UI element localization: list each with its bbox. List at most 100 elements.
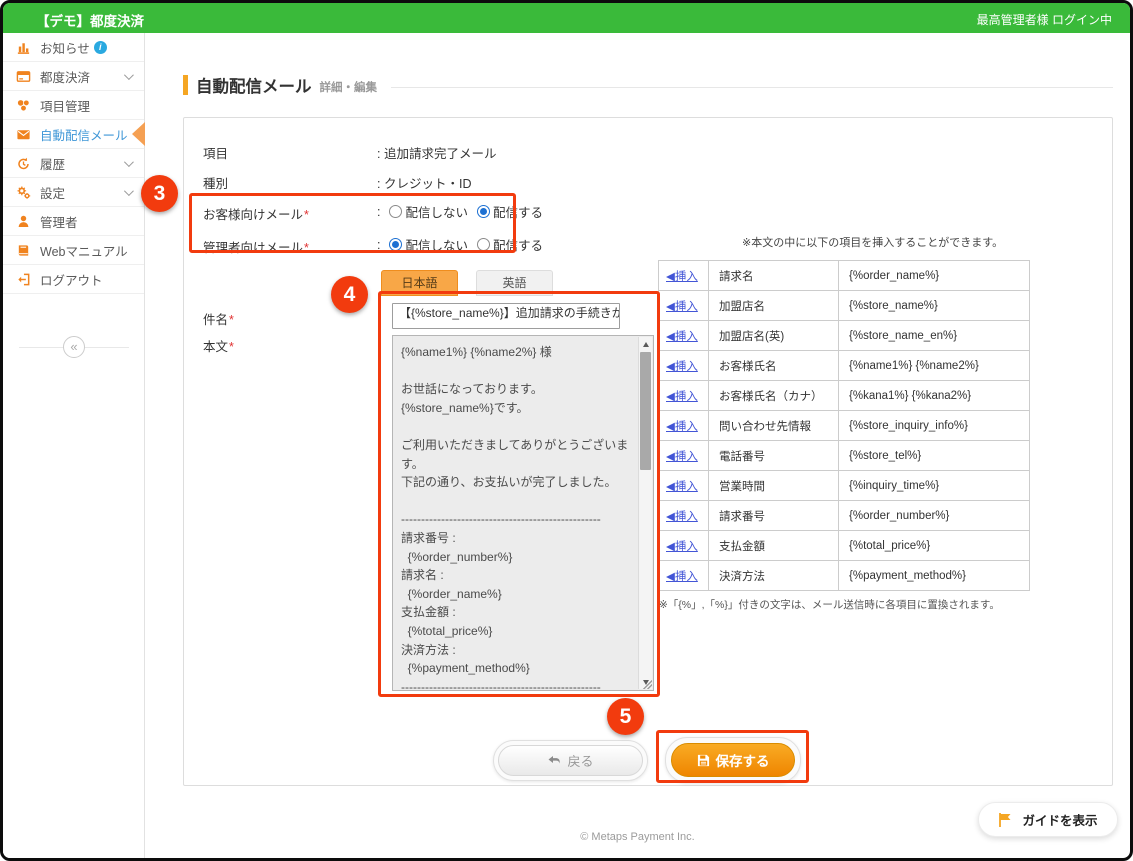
title-accent-bar bbox=[183, 75, 188, 95]
field-label-customer-mail: お客様向けメール* bbox=[203, 204, 309, 223]
sidebar-item-label: ログアウト bbox=[40, 270, 103, 289]
info-badge: i bbox=[94, 41, 107, 54]
insert-field-name: 支払金額 bbox=[709, 531, 839, 560]
customer-mail-radio-group: : 配信しない 配信する bbox=[377, 202, 543, 221]
insert-link[interactable]: ◀挿入 bbox=[666, 388, 698, 404]
sidebar-item-payments[interactable]: 都度決済 bbox=[3, 62, 144, 91]
scroll-up-icon[interactable] bbox=[639, 337, 652, 351]
sidebar-item-web-manual[interactable]: Webマニュアル bbox=[3, 236, 144, 265]
card-icon bbox=[15, 68, 31, 84]
insert-placeholder: {%inquiry_time%} bbox=[839, 480, 1029, 492]
tab-japanese[interactable]: 日本語 bbox=[381, 270, 458, 296]
insert-placeholder: {%kana1%} {%kana2%} bbox=[839, 390, 1029, 402]
insert-placeholder: {%store_inquiry_info%} bbox=[839, 420, 1029, 432]
insert-table-row: ◀挿入 加盟店名 {%store_name%} bbox=[659, 291, 1029, 321]
insert-field-name: 問い合わせ先情報 bbox=[709, 411, 839, 440]
insert-link[interactable]: ◀挿入 bbox=[666, 478, 698, 494]
sidebar-item-settings[interactable]: 設定 bbox=[3, 178, 144, 207]
insert-table-row: ◀挿入 支払金額 {%total_price%} bbox=[659, 531, 1029, 561]
radio-icon bbox=[389, 205, 402, 218]
back-arrow-icon bbox=[547, 755, 561, 767]
insert-link[interactable]: ◀挿入 bbox=[666, 538, 698, 554]
customer-mail-radio-yes[interactable]: 配信する bbox=[477, 202, 543, 221]
insert-link[interactable]: ◀挿入 bbox=[666, 448, 698, 464]
insert-link[interactable]: ◀挿入 bbox=[666, 568, 698, 584]
insert-note-bottom: ※「{%」,「%}」付きの文字は、メール送信時に各項目に置換されます。 bbox=[659, 597, 1000, 612]
chevron-down-icon bbox=[124, 186, 134, 196]
mail-body-textarea[interactable]: {%name1%} {%name2%} 様 お世話になっております。 {%sto… bbox=[393, 336, 653, 690]
insert-link[interactable]: ◀挿入 bbox=[666, 268, 698, 284]
sidebar-item-admin[interactable]: 管理者 bbox=[3, 207, 144, 236]
insert-field-name: 決済方法 bbox=[709, 561, 839, 590]
sidebar-collapse-button[interactable]: « bbox=[63, 336, 85, 358]
insert-field-name: 営業時間 bbox=[709, 471, 839, 500]
tab-english[interactable]: 英語 bbox=[476, 270, 553, 296]
field-label-admin-mail: 管理者向けメール* bbox=[203, 237, 309, 256]
field-value-item: : 追加請求完了メール bbox=[377, 143, 496, 162]
sidebar-item-label: 設定 bbox=[40, 183, 65, 202]
app-title: 【デモ】都度決済 bbox=[36, 10, 144, 30]
required-mark: * bbox=[304, 208, 309, 222]
sidebar-item-logout[interactable]: ログアウト bbox=[3, 265, 144, 294]
admin-mail-radio-yes[interactable]: 配信する bbox=[477, 235, 543, 254]
sidebar-item-label: 項目管理 bbox=[40, 96, 90, 115]
copyright: © Metaps Payment Inc. bbox=[145, 831, 1130, 843]
field-value-type: : クレジット・ID bbox=[377, 173, 471, 192]
book-icon bbox=[15, 242, 31, 258]
insert-field-name: お客様氏名（カナ） bbox=[709, 381, 839, 410]
sidebar-item-label: 履歴 bbox=[40, 154, 65, 173]
required-mark: * bbox=[229, 313, 234, 327]
bar-chart-icon bbox=[15, 39, 31, 55]
admin-mail-radio-group: : 配信しない 配信する bbox=[377, 235, 543, 254]
insert-link[interactable]: ◀挿入 bbox=[666, 418, 698, 434]
insert-link[interactable]: ◀挿入 bbox=[666, 358, 698, 374]
customer-mail-radio-no[interactable]: 配信しない bbox=[389, 202, 468, 221]
insert-field-name: 加盟店名 bbox=[709, 291, 839, 320]
field-label-body: 本文* bbox=[203, 336, 234, 355]
insert-table-row: ◀挿入 決済方法 {%payment_method%} bbox=[659, 561, 1029, 591]
sidebar: お知らせ i 都度決済 項目管理 自動配信メール 履歴 設定 bbox=[3, 33, 145, 858]
language-tabs: 日本語 英語 bbox=[381, 270, 553, 296]
insert-table: ◀挿入 請求名 {%order_name%} ◀挿入 加盟店名 {%store_… bbox=[658, 260, 1030, 591]
save-button[interactable]: 保存する bbox=[665, 737, 801, 783]
field-label-item: 項目 bbox=[203, 143, 228, 162]
insert-placeholder: {%store_name_en%} bbox=[839, 330, 1029, 342]
mail-subject-input[interactable]: 【{%store_name%}】追加請求の手続きが完了しま bbox=[392, 303, 620, 329]
insert-field-name: 請求番号 bbox=[709, 501, 839, 530]
save-icon bbox=[697, 754, 710, 767]
sidebar-item-item-management[interactable]: 項目管理 bbox=[3, 91, 144, 120]
sidebar-item-label: お知らせ bbox=[40, 38, 90, 57]
insert-placeholder: {%store_name%} bbox=[839, 300, 1029, 312]
sidebar-item-label: 都度決済 bbox=[40, 67, 90, 86]
scrollbar[interactable] bbox=[638, 337, 652, 689]
insert-field-name: 電話番号 bbox=[709, 441, 839, 470]
field-label-subject: 件名* bbox=[203, 309, 234, 328]
login-status: 最高管理者様 ログイン中 bbox=[977, 11, 1112, 28]
scrollbar-thumb[interactable] bbox=[640, 352, 651, 470]
back-button[interactable]: 戻る bbox=[493, 740, 648, 781]
user-icon bbox=[15, 213, 31, 229]
insert-table-row: ◀挿入 問い合わせ先情報 {%store_inquiry_info%} bbox=[659, 411, 1029, 441]
divider bbox=[391, 87, 1113, 88]
history-icon bbox=[15, 155, 31, 171]
insert-link[interactable]: ◀挿入 bbox=[666, 298, 698, 314]
sidebar-item-auto-mail[interactable]: 自動配信メール bbox=[3, 120, 144, 149]
annotation-step-3: 3 bbox=[141, 175, 178, 212]
insert-placeholder: {%payment_method%} bbox=[839, 570, 1029, 582]
field-label-type: 種別 bbox=[203, 173, 228, 192]
insert-link[interactable]: ◀挿入 bbox=[666, 508, 698, 524]
show-guide-button[interactable]: ガイドを表示 bbox=[978, 802, 1118, 837]
insert-field-name: 請求名 bbox=[709, 261, 839, 290]
gears-icon bbox=[15, 184, 31, 200]
items-icon bbox=[15, 97, 31, 113]
resize-grip[interactable] bbox=[642, 679, 652, 689]
radio-icon bbox=[389, 238, 402, 251]
insert-note-top: ※本文の中に以下の項目を挿入することができます。 bbox=[742, 234, 1003, 250]
insert-link[interactable]: ◀挿入 bbox=[666, 328, 698, 344]
sidebar-item-history[interactable]: 履歴 bbox=[3, 149, 144, 178]
insert-field-name: お客様氏名 bbox=[709, 351, 839, 380]
page-subtitle: 詳細・編集 bbox=[320, 79, 378, 95]
admin-mail-radio-no[interactable]: 配信しない bbox=[389, 235, 468, 254]
insert-placeholder: {%name1%} {%name2%} bbox=[839, 360, 1029, 372]
sidebar-item-news[interactable]: お知らせ i bbox=[3, 33, 144, 62]
